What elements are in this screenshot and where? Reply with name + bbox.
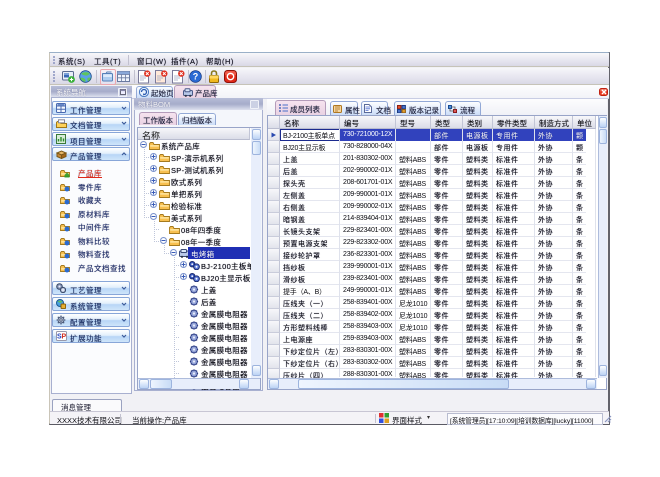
svg-text:P: P [62, 334, 67, 341]
svg-text:?: ? [193, 72, 199, 82]
